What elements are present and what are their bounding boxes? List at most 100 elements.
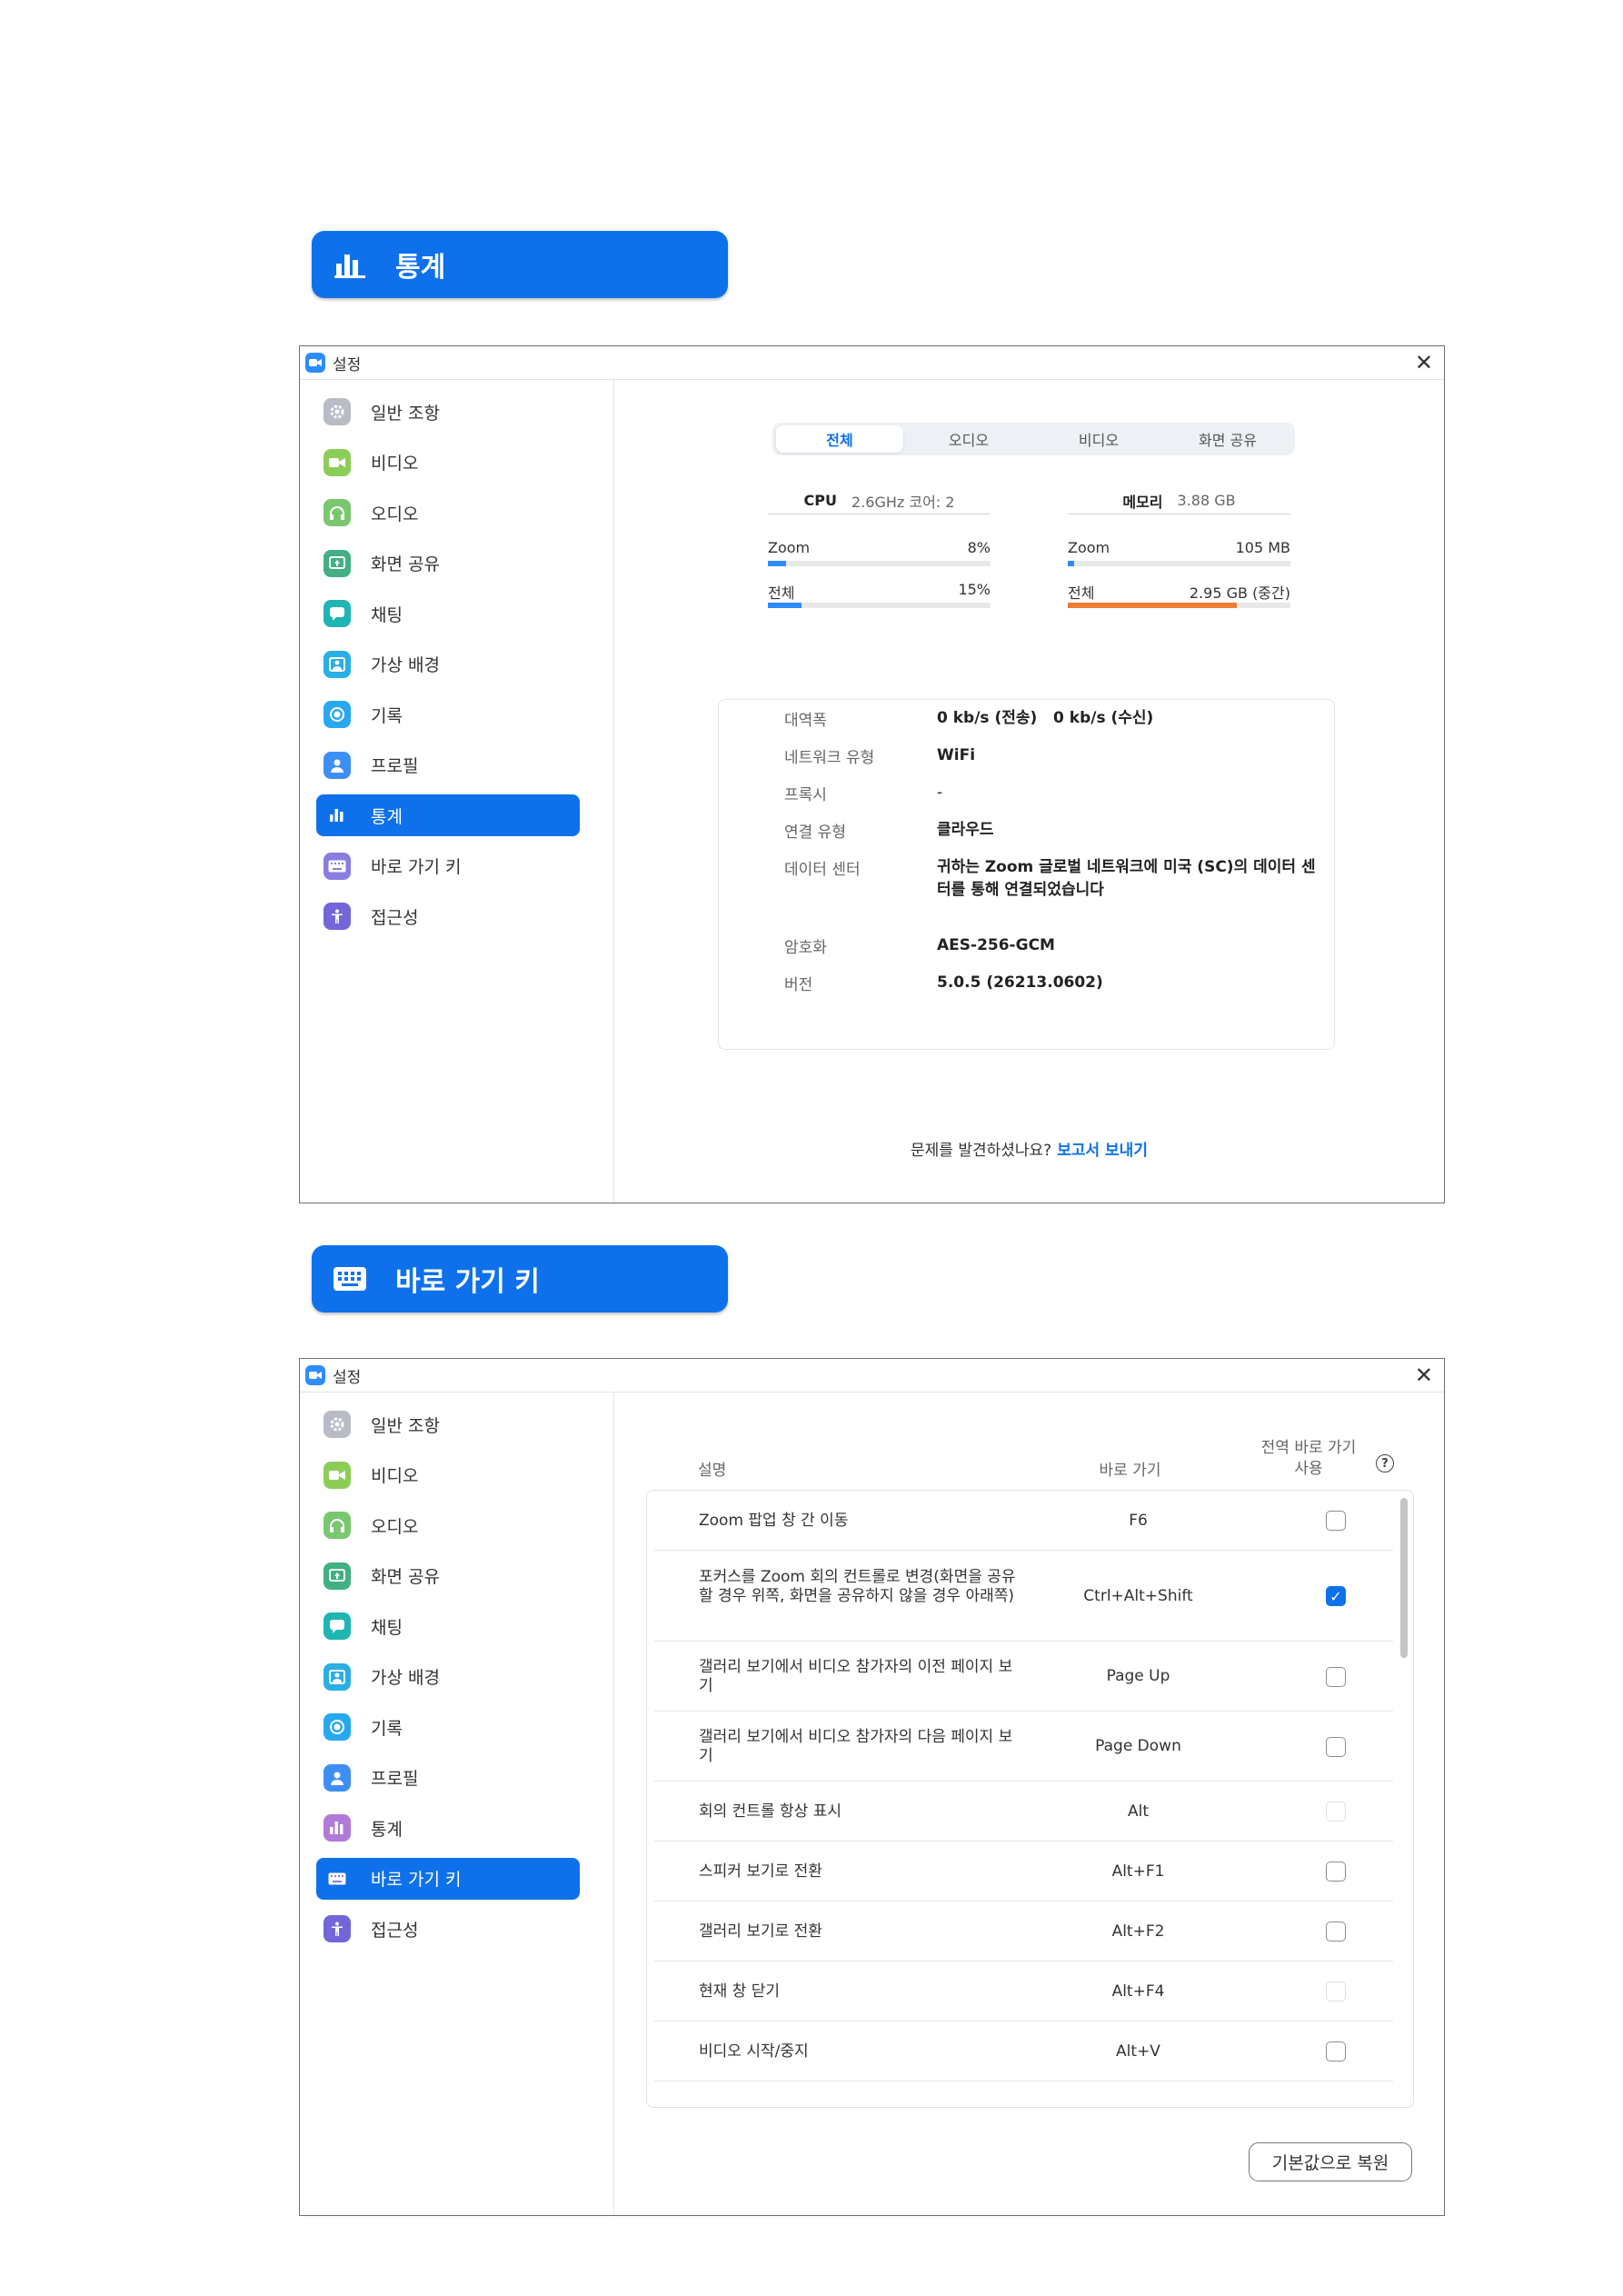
zoom-app-icon	[305, 353, 325, 373]
help-icon[interactable]: ?	[1376, 1454, 1394, 1472]
shortcut-key[interactable]: Ctrl+Alt+Shift	[1081, 1587, 1195, 1605]
accessibility-icon	[324, 903, 351, 930]
global-shortcut-checkbox[interactable]	[1326, 1862, 1346, 1882]
sidebar-item-share-screen[interactable]: 화면 공유	[316, 1555, 580, 1597]
data-center-label: 데이터 센터	[784, 861, 861, 879]
shortcut-description: 포커스를 Zoom 회의 컨트롤로 변경(화면을 공유할 경우 위쪽, 화면을 …	[699, 1567, 1016, 1605]
sidebar-item-headphones[interactable]: 오디오	[316, 492, 580, 534]
shortcut-description: 갤러리 보기로 전환	[699, 1922, 822, 1941]
bandwidth-label: 대역폭	[784, 712, 827, 730]
shortcut-key[interactable]: Page Down	[1081, 1737, 1195, 1755]
sidebar-item-keyboard[interactable]: 바로 가기 키	[316, 1857, 580, 1900]
shortcut-key[interactable]: Alt+F2	[1081, 1922, 1195, 1941]
tab-video[interactable]: 비디오	[1035, 425, 1162, 453]
sidebar-item-profile[interactable]: 프로필	[316, 744, 580, 786]
column-header-global-1: 전역 바로 가기	[1260, 1439, 1357, 1457]
shortcut-key[interactable]: Alt+F4	[1081, 1982, 1195, 2001]
table-row[interactable]: Zoom 팝업 창 간 이동 F6	[654, 1491, 1393, 1551]
global-shortcut-checkbox[interactable]	[1326, 1511, 1346, 1531]
sidebar-item-label: 접근성	[371, 1920, 419, 1941]
sidebar-item-label: 바로 가기 키	[371, 857, 462, 877]
table-row[interactable]: 갤러리 보기에서 비디오 참가자의 이전 페이지 보기 Page Up	[654, 1642, 1393, 1712]
proxy-label: 프록시	[784, 786, 827, 804]
sidebar-item-label: 프로필	[371, 1769, 419, 1789]
report-footer: 문제를 발견하셨나요? 보고서 보내기	[614, 1137, 1444, 1160]
sidebar-item-person-background[interactable]: 가상 배경	[316, 1656, 580, 1698]
shortcut-description: 갤러리 보기에서 비디오 참가자의 다음 페이지 보기	[699, 1727, 1013, 1765]
connection-type-value: 클라우드	[937, 821, 994, 839]
sidebar-item-gear[interactable]: 일반 조항	[316, 1403, 580, 1445]
cpu-total-bar	[768, 603, 991, 608]
headphones-icon	[324, 1512, 351, 1539]
shortcut-key[interactable]: Alt+F1	[1081, 1862, 1195, 1881]
sidebar-item-video-camera[interactable]: 비디오	[316, 442, 580, 484]
sidebar-item-label: 화면 공유	[371, 1567, 440, 1587]
sidebar-item-label: 통계	[371, 1819, 403, 1840]
memory-total-value: 2.95 GB (중간)	[1189, 584, 1290, 602]
scrollbar[interactable]	[1400, 1498, 1408, 1658]
reset-defaults-button[interactable]: 기본값으로 복원	[1249, 2142, 1412, 2181]
shortcut-description: 회의 컨트롤 항상 표시	[699, 1802, 841, 1821]
sidebar-item-bar-chart[interactable]: 통계	[316, 1807, 580, 1849]
shortcut-key[interactable]: Alt	[1081, 1802, 1195, 1821]
table-row[interactable]: 회의 컨트롤 항상 표시 Alt	[654, 1782, 1393, 1842]
memory-total-bar	[1068, 603, 1290, 608]
global-shortcut-checkbox[interactable]	[1326, 1736, 1346, 1757]
sidebar-item-label: 기록	[371, 705, 403, 726]
close-icon[interactable]: ✕	[1415, 351, 1433, 374]
cpu-total-label: 전체	[768, 584, 795, 602]
chat-bubble-icon	[324, 1612, 351, 1640]
shortcut-key[interactable]: Page Up	[1081, 1667, 1195, 1685]
sidebar-item-share-screen[interactable]: 화면 공유	[316, 543, 580, 584]
sidebar-item-person-background[interactable]: 가상 배경	[316, 644, 580, 685]
section-banner-shortcuts: 바로 가기 키	[312, 1245, 728, 1313]
sidebar-item-label: 가상 배경	[371, 655, 440, 675]
cpu-header: CPU 2.6GHz 코어: 2	[768, 487, 991, 514]
tab-screen-share[interactable]: 화면 공유	[1164, 425, 1291, 453]
sidebar-item-accessibility[interactable]: 접근성	[316, 895, 580, 937]
table-row[interactable]: 비디오 시작/중지 Alt+V	[654, 2021, 1393, 2081]
sidebar-item-chat-bubble[interactable]: 채팅	[316, 1605, 580, 1647]
sidebar-item-profile[interactable]: 프로필	[316, 1757, 580, 1799]
table-row[interactable]: 갤러리 보기로 전환 Alt+F2	[654, 1902, 1393, 1962]
sidebar-item-chat-bubble[interactable]: 채팅	[316, 593, 580, 634]
memory-detail: 3.88 GB	[1177, 492, 1236, 509]
global-shortcut-checkbox[interactable]	[1326, 1922, 1346, 1942]
send-report-link[interactable]: 보고서 보내기	[1057, 1142, 1148, 1160]
accessibility-icon	[324, 1915, 351, 1942]
stats-tabs: 전체 오디오 비디오 화면 공유	[772, 423, 1295, 455]
tab-overall[interactable]: 전체	[776, 425, 903, 453]
sidebar-item-keyboard[interactable]: 바로 가기 키	[316, 845, 580, 887]
close-icon[interactable]: ✕	[1415, 1363, 1433, 1387]
encryption-value: AES-256-GCM	[937, 936, 1055, 954]
cpu-total-row: 전체 15%	[768, 581, 991, 602]
sidebar-item-bar-chart[interactable]: 통계	[316, 794, 580, 836]
column-header-global-2: 사용	[1294, 1460, 1323, 1478]
table-row[interactable]: 갤러리 보기에서 비디오 참가자의 다음 페이지 보기 Page Down	[654, 1712, 1393, 1782]
encryption-label: 암호화	[784, 939, 827, 957]
sidebar-item-video-camera[interactable]: 비디오	[316, 1454, 580, 1496]
sidebar-item-label: 채팅	[371, 604, 403, 625]
profile-icon	[324, 1763, 351, 1792]
table-row[interactable]: 포커스를 Zoom 회의 컨트롤로 변경(화면을 공유할 경우 위쪽, 화면을 …	[654, 1551, 1393, 1642]
sidebar-item-record[interactable]: 기록	[316, 1706, 580, 1748]
table-row[interactable]: 스피커 보기로 전환 Alt+F1	[654, 1842, 1393, 1902]
shortcut-key[interactable]: Alt+V	[1081, 2042, 1195, 2061]
sidebar-item-gear[interactable]: 일반 조항	[316, 391, 580, 433]
sidebar-item-headphones[interactable]: 오디오	[316, 1504, 580, 1546]
record-icon	[324, 701, 351, 728]
global-shortcut-checkbox[interactable]	[1326, 1666, 1346, 1687]
sidebar-item-label: 기록	[371, 1718, 403, 1739]
memory-total-label: 전체	[1068, 584, 1095, 602]
global-shortcut-checkbox[interactable]	[1326, 2041, 1346, 2061]
global-shortcut-checkbox[interactable]: ✓	[1326, 1586, 1346, 1606]
keyboard-icon	[324, 852, 351, 880]
sidebar-item-accessibility[interactable]: 접근성	[316, 1908, 580, 1950]
settings-window-stats: 설정 ✕ 일반 조항 비디오 오디오 화면 공유 채팅 가상 배경 기록 프로필 통계 바로 가기…	[299, 345, 1445, 1203]
sidebar-item-label: 오디오	[371, 504, 419, 524]
table-row[interactable]: 현재 창 닫기 Alt+F4	[654, 1962, 1393, 2021]
sidebar-item-record[interactable]: 기록	[316, 694, 580, 735]
tab-audio[interactable]: 오디오	[905, 425, 1032, 453]
memory-zoom-value: 105 MB	[1235, 539, 1290, 556]
shortcut-key[interactable]: F6	[1081, 1512, 1195, 1530]
